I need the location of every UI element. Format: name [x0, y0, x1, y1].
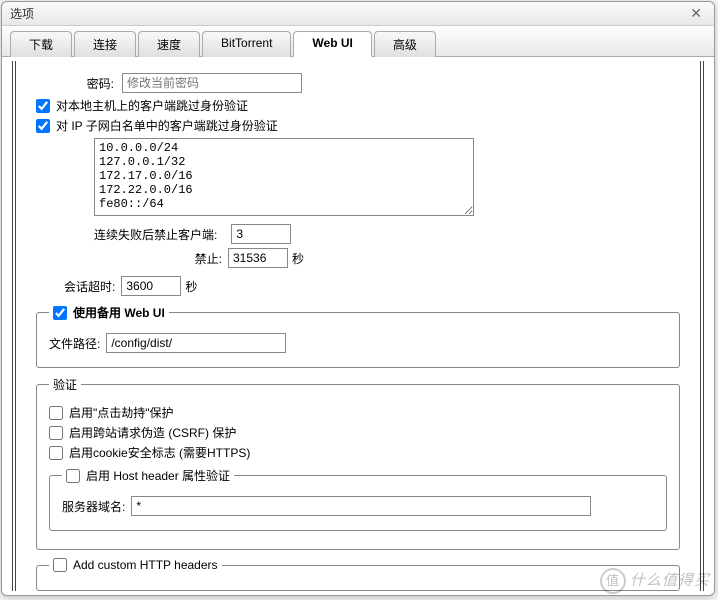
- custom-headers-checkbox[interactable]: [53, 558, 67, 572]
- session-timeout-suffix: 秒: [185, 278, 197, 295]
- path-label: 文件路径:: [49, 335, 100, 352]
- server-domain-input[interactable]: [131, 496, 591, 516]
- tab-webui[interactable]: Web UI: [293, 31, 371, 57]
- csrf-label: 启用跨站请求伪造 (CSRF) 保护: [69, 424, 236, 441]
- security-legend: 验证: [49, 376, 81, 393]
- bypass-local-label: 对本地主机上的客户端跳过身份验证: [56, 97, 248, 114]
- alt-webui-checkbox[interactable]: [53, 306, 67, 320]
- tab-bar: 下载 连接 速度 BitTorrent Web UI 高级: [2, 26, 714, 57]
- ban-for-suffix: 秒: [292, 250, 304, 267]
- path-input[interactable]: [106, 333, 286, 353]
- host-header-checkbox[interactable]: [66, 469, 80, 483]
- custom-headers-label: Add custom HTTP headers: [73, 558, 218, 572]
- options-dialog: 选项 ✕ 下载 连接 速度 BitTorrent Web UI 高级 密码: 对…: [1, 1, 715, 596]
- host-header-label: 启用 Host header 属性验证: [86, 467, 230, 484]
- alt-webui-label: 使用备用 Web UI: [73, 304, 165, 321]
- ban-after-input[interactable]: [231, 224, 291, 244]
- server-domain-label: 服务器域名:: [62, 498, 125, 515]
- titlebar: 选项 ✕: [2, 2, 714, 26]
- tab-speed[interactable]: 速度: [138, 31, 200, 57]
- secure-cookie-label: 启用cookie安全标志 (需要HTTPS): [69, 444, 250, 461]
- host-header-fieldset: 启用 Host header 属性验证 服务器域名:: [49, 467, 667, 531]
- dialog-title: 选项: [10, 5, 34, 22]
- password-label: 密码:: [64, 75, 114, 92]
- clickjacking-label: 启用"点击劫持"保护: [69, 404, 174, 421]
- bypass-whitelist-checkbox[interactable]: [36, 119, 50, 133]
- tab-bittorrent[interactable]: BitTorrent: [202, 31, 291, 57]
- security-fieldset: 验证 启用"点击劫持"保护 启用跨站请求伪造 (CSRF) 保护 启用cooki…: [36, 376, 680, 550]
- tab-download[interactable]: 下载: [10, 31, 72, 57]
- session-timeout-label: 会话超时:: [64, 278, 115, 295]
- csrf-checkbox[interactable]: [49, 426, 63, 440]
- tab-advanced[interactable]: 高级: [374, 31, 436, 57]
- ban-for-label: 禁止:: [94, 250, 222, 267]
- ban-after-label: 连续失败后禁止客户端:: [94, 226, 217, 243]
- custom-headers-fieldset: Add custom HTTP headers: [36, 558, 680, 591]
- bypass-local-checkbox[interactable]: [36, 99, 50, 113]
- session-timeout-input[interactable]: [121, 276, 181, 296]
- content-area: 密码: 对本地主机上的客户端跳过身份验证 对 IP 子网白名单中的客户端跳过身份…: [12, 61, 704, 591]
- ip-whitelist-textarea[interactable]: [94, 138, 474, 216]
- close-icon[interactable]: ✕: [686, 5, 706, 22]
- bypass-whitelist-label: 对 IP 子网白名单中的客户端跳过身份验证: [56, 117, 278, 134]
- clickjacking-checkbox[interactable]: [49, 406, 63, 420]
- alt-webui-fieldset: 使用备用 Web UI 文件路径:: [36, 304, 680, 368]
- password-input[interactable]: [122, 73, 302, 93]
- ban-for-input[interactable]: [228, 248, 288, 268]
- secure-cookie-checkbox[interactable]: [49, 446, 63, 460]
- tab-connection[interactable]: 连接: [74, 31, 136, 57]
